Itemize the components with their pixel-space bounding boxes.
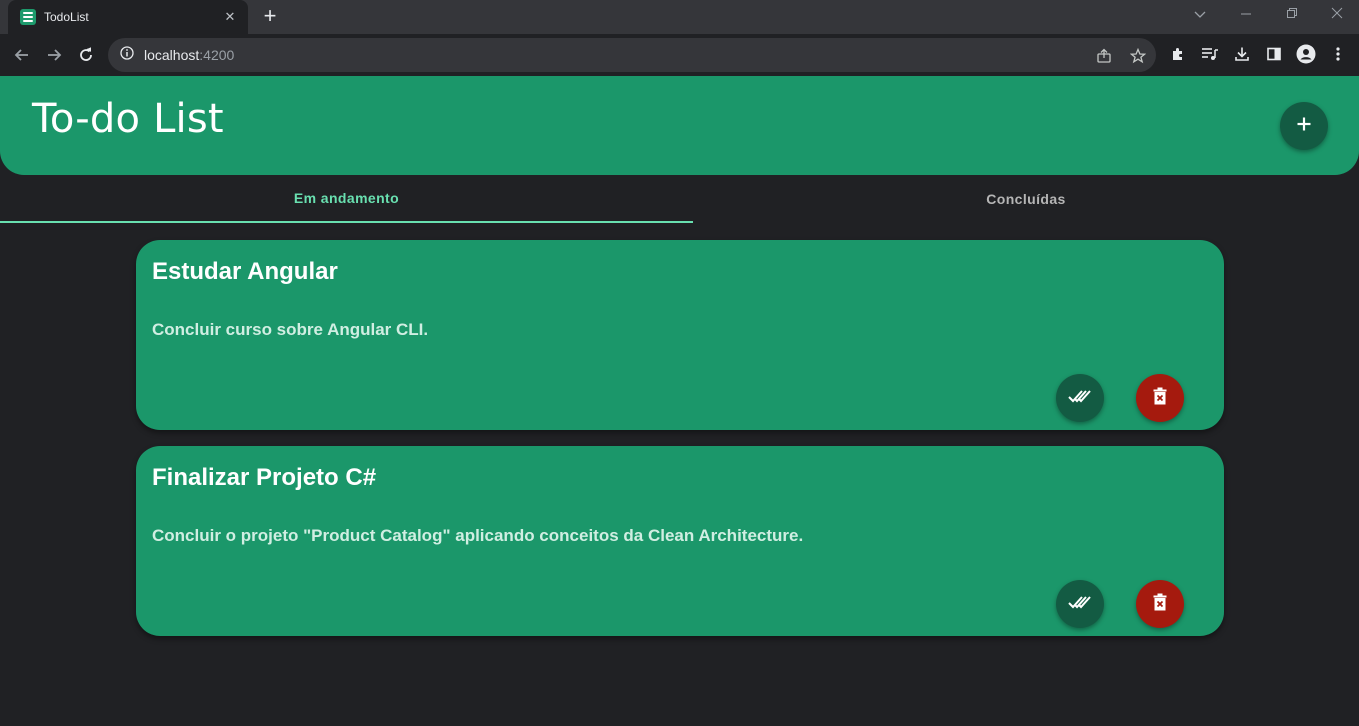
bookmark-star-icon[interactable]: [1128, 46, 1148, 66]
minimize-window-button[interactable]: [1236, 6, 1256, 22]
close-tab-icon[interactable]: ✕: [222, 9, 238, 25]
browser-tab-title: TodoList: [44, 10, 89, 24]
back-arrow-icon[interactable]: [9, 42, 35, 68]
restore-window-button[interactable]: [1282, 6, 1302, 22]
extensions-puzzle-icon[interactable]: [1168, 44, 1188, 64]
done-all-icon: [1068, 388, 1092, 409]
site-info-icon[interactable]: [120, 45, 134, 65]
media-queue-icon[interactable]: [1200, 44, 1220, 64]
task-description: Concluir o projeto "Product Catalog" apl…: [152, 526, 804, 545]
delete-task-button[interactable]: [1136, 580, 1184, 628]
add-task-button[interactable]: [1280, 102, 1328, 150]
task-description: Concluir curso sobre Angular CLI.: [152, 320, 429, 339]
browser-tab[interactable]: TodoList ✕: [8, 0, 248, 34]
tab-concluidas[interactable]: Concluídas: [693, 175, 1359, 223]
forward-arrow-icon[interactable]: [41, 42, 67, 68]
task-card: Finalizar Projeto C# Concluir o projeto …: [136, 446, 1224, 636]
delete-forever-icon: [1152, 387, 1168, 410]
task-card: Estudar Angular Concluir curso sobre Ang…: [136, 240, 1224, 430]
new-tab-button[interactable]: +: [258, 5, 282, 29]
reload-icon[interactable]: [73, 42, 99, 68]
delete-forever-icon: [1152, 593, 1168, 616]
browser-toolbar: localhost:4200: [0, 34, 1359, 76]
status-tabs: Em andamento Concluídas: [0, 175, 1359, 223]
done-all-icon: [1068, 594, 1092, 615]
app-header: To-do List: [0, 76, 1359, 175]
delete-task-button[interactable]: [1136, 374, 1184, 422]
side-panel-icon[interactable]: [1264, 44, 1284, 64]
page-title: To-do List: [32, 96, 224, 142]
browser-menu-icon[interactable]: [1328, 44, 1348, 64]
profile-avatar-icon[interactable]: [1296, 44, 1316, 64]
close-window-button[interactable]: [1327, 6, 1347, 22]
address-bar[interactable]: localhost:4200: [108, 38, 1156, 72]
mark-done-button[interactable]: [1056, 580, 1104, 628]
download-icon[interactable]: [1232, 44, 1252, 64]
browser-tab-strip: TodoList ✕ +: [0, 0, 1359, 34]
tab-search-icon[interactable]: [1190, 6, 1210, 22]
url-text[interactable]: localhost:4200: [144, 47, 234, 63]
mark-done-button[interactable]: [1056, 374, 1104, 422]
tab-em-andamento[interactable]: Em andamento: [0, 175, 693, 223]
share-icon[interactable]: [1094, 46, 1114, 66]
todolist-favicon-icon: [20, 9, 36, 25]
plus-icon: [1296, 116, 1312, 137]
task-title: Finalizar Projeto C#: [152, 464, 377, 491]
task-title: Estudar Angular: [152, 258, 338, 285]
